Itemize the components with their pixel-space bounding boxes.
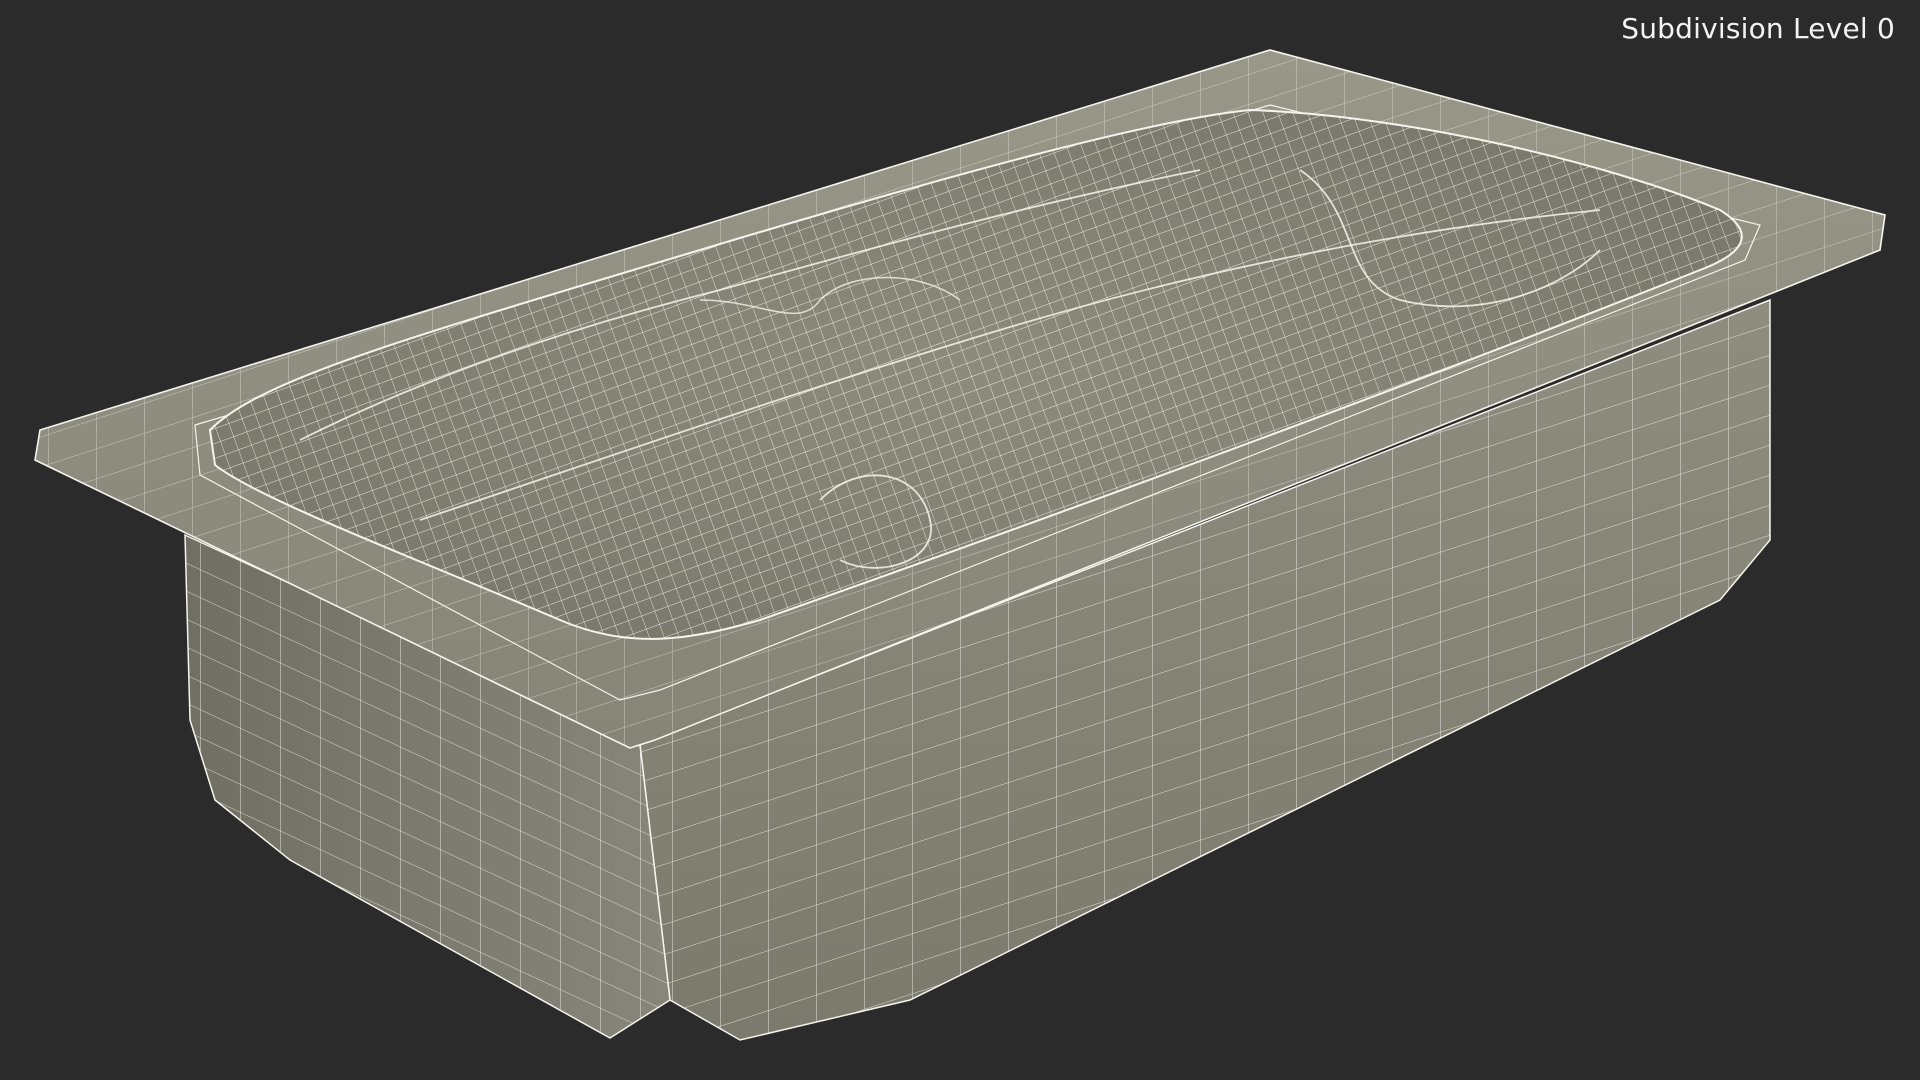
bathtub-wireframe-icon (34, 49, 1886, 1041)
render-viewport: Subdivision Level 0 (0, 0, 1920, 1080)
subdivision-level-label: Subdivision Level 0 (1621, 12, 1895, 45)
